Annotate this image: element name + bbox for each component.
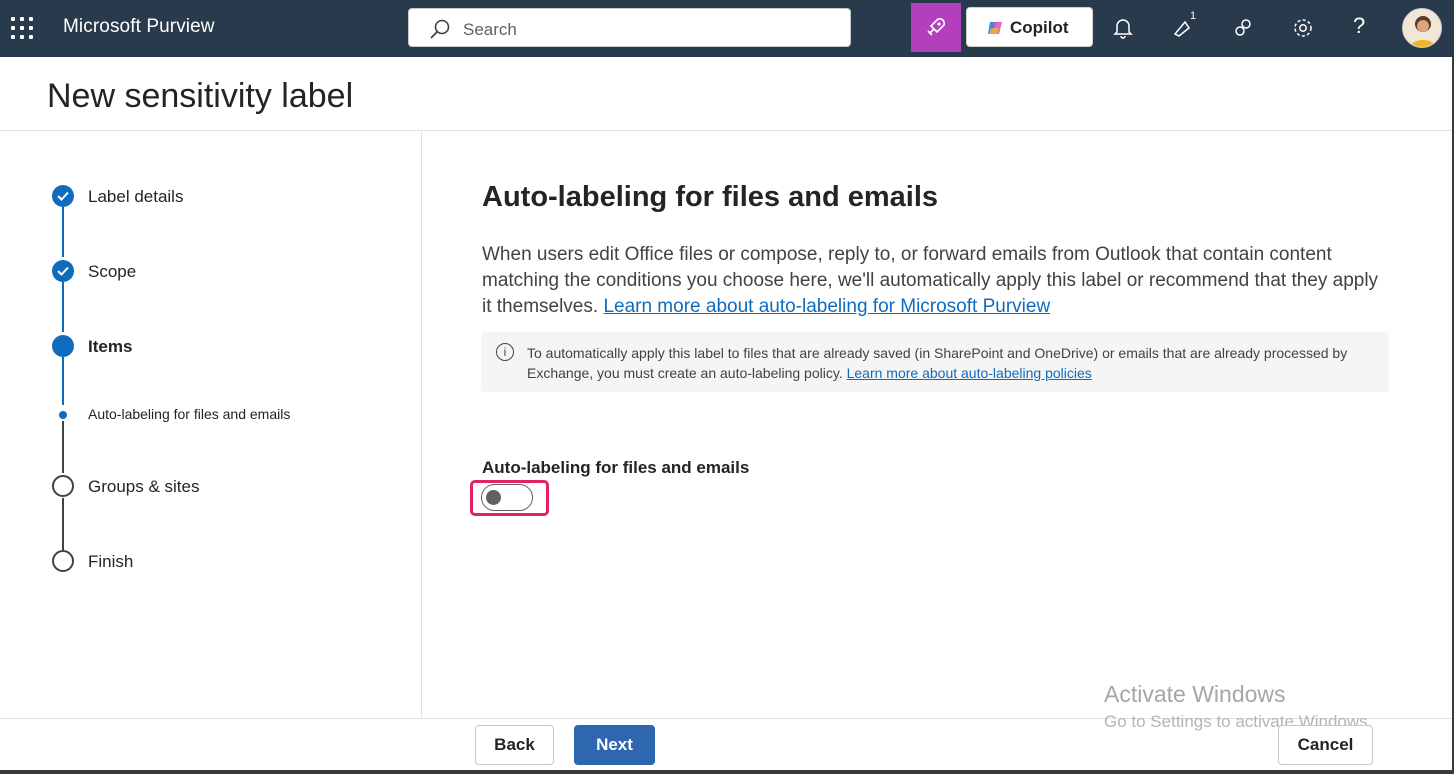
step-connector: [62, 282, 64, 332]
gear-icon[interactable]: [1291, 16, 1315, 40]
step-current-icon: [52, 335, 74, 357]
info-icon: i: [496, 343, 514, 361]
notification-badge: 1: [1190, 10, 1197, 22]
help-icon[interactable]: ?: [1353, 13, 1365, 39]
section-description: When users edit Office files or compose,…: [482, 242, 1382, 320]
step-connector: [62, 421, 64, 473]
toggle-label: Auto-labeling for files and emails: [482, 458, 750, 477]
app-launcher-icon[interactable]: [11, 17, 33, 39]
toggle-knob: [486, 490, 501, 505]
step-label-items[interactable]: Items: [88, 337, 132, 357]
learn-more-link[interactable]: Learn more about auto-labeling for Micro…: [603, 296, 1050, 317]
step-label-details[interactable]: Label details: [88, 187, 183, 207]
step-completed-icon: [52, 185, 74, 207]
step-pending-icon: [52, 475, 74, 497]
step-connector: [62, 207, 64, 257]
info-banner: i To automatically apply this label to f…: [481, 332, 1389, 392]
header-divider: [0, 130, 1454, 131]
step-label-finish: Finish: [88, 552, 134, 571]
step-pending-icon: [52, 550, 74, 572]
search-icon: [430, 19, 450, 39]
copilot-label: Copilot: [1010, 18, 1069, 37]
back-button[interactable]: Back: [475, 725, 554, 765]
copilot-agent-button[interactable]: [911, 3, 961, 52]
avatar[interactable]: [1402, 8, 1442, 48]
auto-labeling-toggle[interactable]: [481, 484, 533, 511]
auto-labeling-policies-link[interactable]: Learn more about auto-labeling policies: [847, 365, 1092, 381]
substep-label-auto-labeling[interactable]: Auto-labeling for files and emails: [88, 406, 290, 422]
community-icon[interactable]: [1231, 16, 1255, 40]
cancel-button[interactable]: Cancel: [1278, 725, 1373, 765]
section-title: Auto-labeling for files and emails: [482, 181, 939, 213]
info-text: To automatically apply this label to fil…: [527, 343, 1377, 383]
rocket-icon: [927, 18, 945, 36]
step-label-groups-sites: Groups & sites: [88, 477, 200, 496]
page-title: New sensitivity label: [47, 77, 354, 115]
app-name[interactable]: Microsoft Purview: [63, 16, 215, 38]
substep-current-icon: [59, 411, 67, 419]
step-label-scope[interactable]: Scope: [88, 262, 136, 282]
copilot-logo-icon: [988, 22, 1002, 34]
search-box[interactable]: Search: [408, 8, 851, 47]
panel-divider: [421, 131, 422, 719]
user-photo: [1403, 9, 1441, 47]
activation-watermark-title: Activate Windows: [1104, 681, 1286, 707]
search-placeholder: Search: [463, 20, 517, 39]
step-connector: [62, 357, 64, 405]
step-completed-icon: [52, 260, 74, 282]
next-button[interactable]: Next: [574, 725, 655, 765]
copilot-button[interactable]: Copilot: [966, 7, 1093, 47]
top-bar: Microsoft Purview Search Copilot 1 ?: [0, 0, 1454, 57]
bell-icon[interactable]: [1111, 16, 1135, 40]
window-edge: [0, 770, 1454, 774]
step-connector: [62, 498, 64, 550]
